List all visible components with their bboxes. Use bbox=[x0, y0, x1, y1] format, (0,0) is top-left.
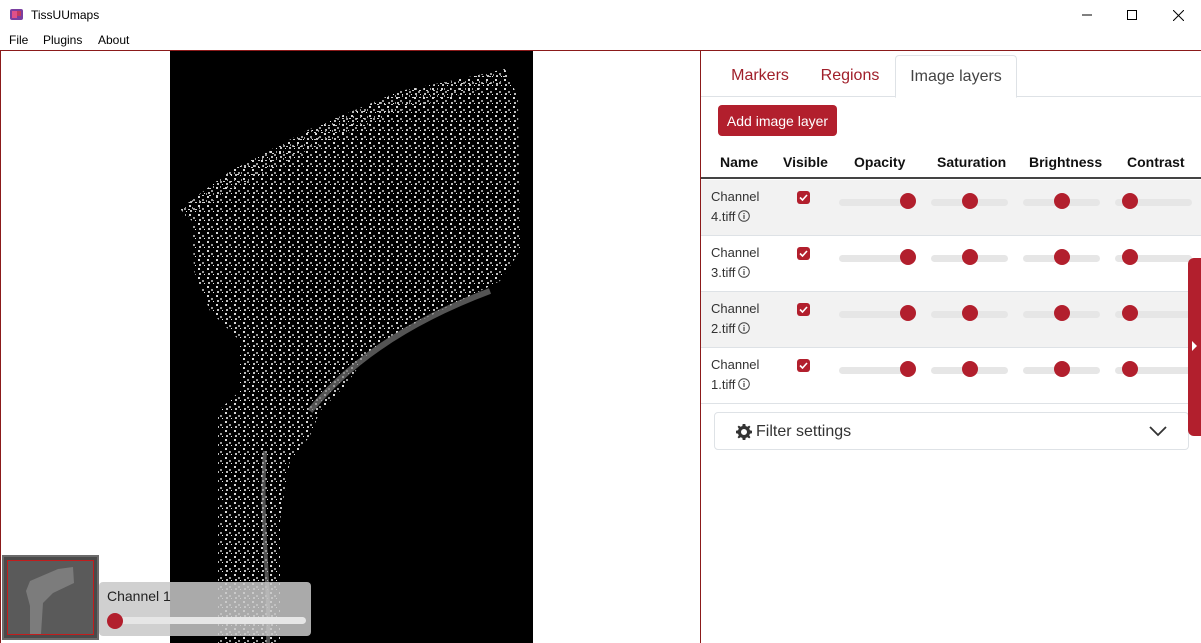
opacity-slider-thumb[interactable] bbox=[900, 361, 916, 377]
layer-name: Channel 4.tiff bbox=[711, 187, 771, 227]
layer-name: Channel 1.tiff bbox=[711, 355, 771, 395]
contrast-slider-thumb[interactable] bbox=[1122, 305, 1138, 321]
chevron-right-icon bbox=[1192, 341, 1197, 351]
channel-label: Channel 1 bbox=[107, 588, 171, 604]
column-name: Name bbox=[720, 154, 759, 170]
saturation-slider-thumb[interactable] bbox=[962, 193, 978, 209]
opacity-slider-thumb[interactable] bbox=[900, 193, 916, 209]
layer-name-line1: Channel bbox=[711, 357, 760, 372]
navigator-thumbnail bbox=[26, 567, 74, 634]
panel-collapse-handle[interactable] bbox=[1188, 258, 1201, 436]
layer-name-line2: 1.tiff bbox=[711, 377, 736, 392]
brightness-slider-thumb[interactable] bbox=[1054, 249, 1070, 265]
add-image-layer-button[interactable]: Add image layer bbox=[718, 105, 837, 136]
layer-name-line2: 3.tiff bbox=[711, 265, 736, 280]
contrast-slider[interactable] bbox=[1115, 361, 1192, 377]
visible-checkbox[interactable] bbox=[797, 191, 810, 204]
opacity-slider[interactable] bbox=[839, 305, 916, 321]
filter-settings-accordion[interactable]: Filter settings bbox=[714, 412, 1189, 450]
chevron-down-icon[interactable] bbox=[1149, 425, 1167, 437]
title-bar: TissUUmaps bbox=[0, 0, 1201, 30]
opacity-slider[interactable] bbox=[839, 193, 916, 209]
brightness-slider[interactable] bbox=[1023, 193, 1100, 209]
layer-name: Channel 3.tiff bbox=[711, 243, 771, 283]
contrast-slider-thumb[interactable] bbox=[1122, 361, 1138, 377]
saturation-slider[interactable] bbox=[931, 361, 1008, 377]
layer-row: Channel 3.tiff bbox=[701, 236, 1201, 292]
gear-icon bbox=[736, 424, 752, 440]
column-visible: Visible bbox=[783, 154, 828, 170]
saturation-slider-thumb[interactable] bbox=[962, 361, 978, 377]
info-icon[interactable] bbox=[738, 266, 751, 278]
layer-name-line1: Channel bbox=[711, 189, 760, 204]
opacity-slider[interactable] bbox=[839, 361, 916, 377]
brightness-slider-thumb[interactable] bbox=[1054, 193, 1070, 209]
column-brightness: Brightness bbox=[1029, 154, 1103, 170]
tab-image-layers[interactable]: Image layers bbox=[895, 55, 1017, 98]
tissue-image[interactable] bbox=[170, 51, 533, 643]
layer-name: Channel 2.tiff bbox=[711, 299, 771, 339]
saturation-slider-thumb[interactable] bbox=[962, 249, 978, 265]
channel-slider-track[interactable] bbox=[111, 617, 306, 624]
brightness-slider-thumb[interactable] bbox=[1054, 305, 1070, 321]
navigator-minimap[interactable] bbox=[2, 555, 99, 640]
layer-name-line1: Channel bbox=[711, 245, 760, 260]
column-saturation: Saturation bbox=[937, 154, 1007, 170]
opacity-slider-thumb[interactable] bbox=[900, 305, 916, 321]
window-title: TissUUmaps bbox=[31, 8, 100, 22]
contrast-slider[interactable] bbox=[1115, 305, 1192, 321]
visible-checkbox[interactable] bbox=[797, 247, 810, 260]
layers-table-header: Name Visible Opacity Saturation Brightne… bbox=[701, 147, 1201, 179]
opacity-slider-thumb[interactable] bbox=[900, 249, 916, 265]
contrast-slider[interactable] bbox=[1115, 193, 1192, 209]
brightness-slider[interactable] bbox=[1023, 305, 1100, 321]
menu-about[interactable]: About bbox=[98, 33, 129, 47]
visible-checkbox[interactable] bbox=[797, 359, 810, 372]
tab-markers[interactable]: Markers bbox=[718, 55, 802, 97]
info-icon[interactable] bbox=[738, 378, 751, 390]
maximize-button[interactable] bbox=[1109, 0, 1155, 30]
saturation-slider[interactable] bbox=[931, 249, 1008, 265]
menu-bar: File Plugins About bbox=[0, 30, 1201, 51]
contrast-slider-thumb[interactable] bbox=[1122, 249, 1138, 265]
contrast-slider[interactable] bbox=[1115, 249, 1192, 265]
info-icon[interactable] bbox=[738, 322, 751, 334]
opacity-slider[interactable] bbox=[839, 249, 916, 265]
info-icon[interactable] bbox=[738, 210, 751, 222]
tissue-image-graphic bbox=[180, 69, 520, 643]
saturation-slider[interactable] bbox=[931, 305, 1008, 321]
filter-settings-label: Filter settings bbox=[756, 423, 852, 440]
side-panel: Markers Regions Image layers Add image l… bbox=[700, 51, 1201, 643]
contrast-slider-thumb[interactable] bbox=[1122, 193, 1138, 209]
layer-name-line1: Channel bbox=[711, 301, 760, 316]
layer-row: Channel 1.tiff bbox=[701, 348, 1201, 404]
app-logo-icon bbox=[10, 9, 23, 20]
layer-row: Channel 4.tiff bbox=[701, 180, 1201, 236]
brightness-slider[interactable] bbox=[1023, 361, 1100, 377]
image-viewer[interactable]: Channel 1 bbox=[0, 51, 700, 643]
column-opacity: Opacity bbox=[854, 154, 906, 170]
menu-file[interactable]: File bbox=[9, 33, 28, 47]
saturation-slider-thumb[interactable] bbox=[962, 305, 978, 321]
close-button[interactable] bbox=[1155, 0, 1201, 30]
channel-slider-thumb[interactable] bbox=[107, 613, 123, 629]
brightness-slider-thumb[interactable] bbox=[1054, 361, 1070, 377]
menu-plugins[interactable]: Plugins bbox=[43, 33, 82, 47]
layer-row: Channel 2.tiff bbox=[701, 292, 1201, 348]
column-contrast: Contrast bbox=[1127, 154, 1185, 170]
tab-bar: Markers Regions Image layers bbox=[701, 55, 1201, 98]
tab-regions[interactable]: Regions bbox=[809, 55, 891, 97]
layer-name-line2: 4.tiff bbox=[711, 209, 736, 224]
layer-name-line2: 2.tiff bbox=[711, 321, 736, 336]
channel-control: Channel 1 bbox=[99, 582, 311, 636]
visible-checkbox[interactable] bbox=[797, 303, 810, 316]
brightness-slider[interactable] bbox=[1023, 249, 1100, 265]
minimize-button[interactable] bbox=[1064, 0, 1110, 30]
navigator-viewport[interactable] bbox=[7, 560, 94, 635]
saturation-slider[interactable] bbox=[931, 193, 1008, 209]
